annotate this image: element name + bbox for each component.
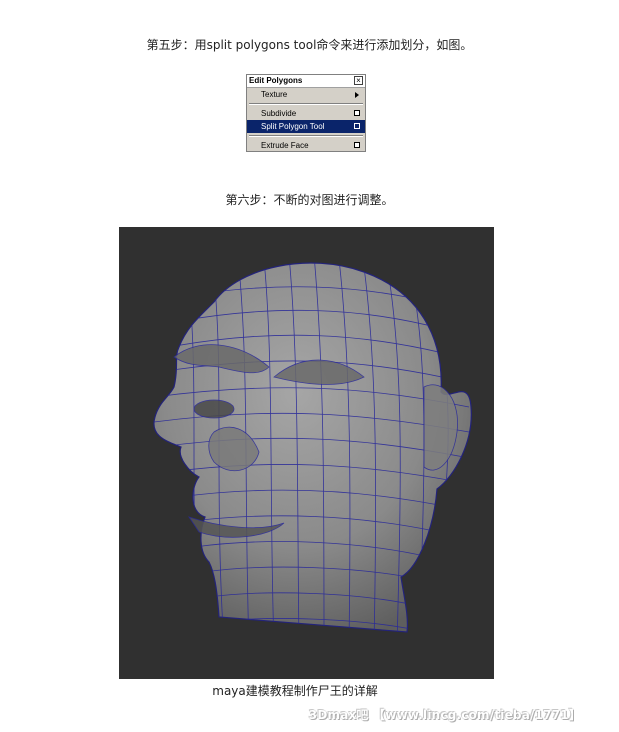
submenu-arrow-icon (355, 92, 359, 98)
head-mesh (153, 262, 472, 633)
menu-item-label: Subdivide (261, 109, 297, 118)
menu-item-split-polygon-tool[interactable]: Split Polygon Tool (247, 120, 365, 133)
menu-item-extrude-face[interactable]: Extrude Face (247, 139, 365, 151)
menu-item-texture[interactable]: Texture (247, 88, 365, 101)
option-box-icon[interactable] (354, 142, 360, 148)
step6-caption: 第六步：不断的对图进行调整。 (225, 193, 394, 207)
option-box-icon[interactable] (354, 123, 360, 129)
head-model-illustration (153, 262, 472, 633)
menu-item-label: Extrude Face (261, 141, 309, 150)
option-box-icon[interactable] (354, 110, 360, 116)
menu-title: Edit Polygons (249, 76, 303, 85)
menu-divider (249, 103, 363, 105)
watermark-text: 3Dmax吧 【www.lincg.com/tieba/1771】 (308, 708, 581, 722)
step5-caption: 第五步：用split polygons tool命令来进行添加划分，如图。 (146, 38, 473, 52)
menu-item-label: Texture (261, 90, 288, 99)
image-caption: maya建模教程制作尸王的详解 (212, 684, 378, 698)
menu-divider (249, 135, 363, 137)
menu-item-label: Split Polygon Tool (261, 122, 325, 131)
wireframe-head-render (119, 227, 494, 679)
close-icon[interactable]: × (354, 76, 363, 85)
edit-polygons-menu: Edit Polygons × Texture Subdivide Split … (246, 74, 366, 152)
menu-item-subdivide[interactable]: Subdivide (247, 107, 365, 120)
menu-titlebar: Edit Polygons × (247, 75, 365, 88)
